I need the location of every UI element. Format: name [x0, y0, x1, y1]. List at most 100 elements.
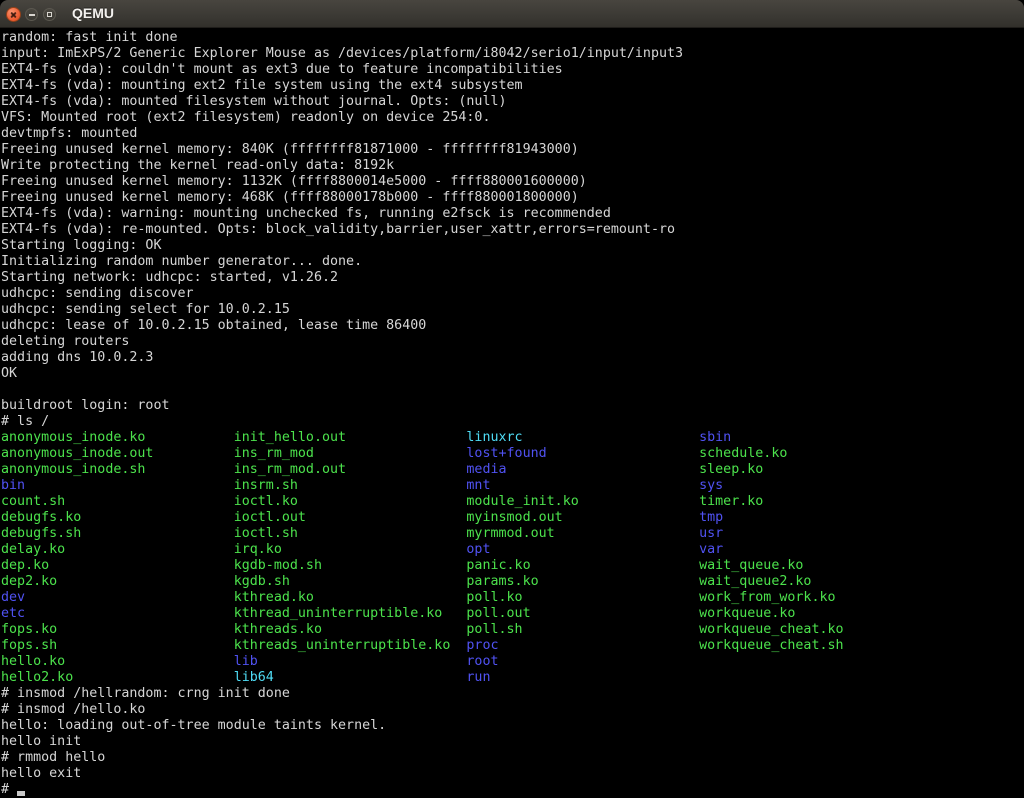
ls-entry: timer.ko — [699, 494, 763, 509]
ls-entry: ioctl.ko — [234, 494, 467, 509]
terminal-line: dev kthread.ko poll.ko work_from_work.ko — [1, 590, 1024, 606]
ls-entry: wait_queue2.ko — [699, 574, 811, 589]
terminal-line: Starting logging: OK — [1, 238, 1024, 254]
ls-entry: sleep.ko — [699, 462, 763, 477]
ls-entry: work_from_work.ko — [699, 590, 835, 605]
ls-entry: kthreads.ko — [234, 622, 467, 637]
ls-entry: bin — [1, 478, 234, 493]
ls-entry: irq.ko — [234, 542, 467, 557]
ls-entry: sys — [699, 478, 723, 493]
ls-entry: count.sh — [1, 494, 234, 509]
ls-entry: lib — [234, 654, 467, 669]
maximize-icon — [47, 12, 53, 18]
terminal-line: hello: loading out-of-tree module taints… — [1, 718, 1024, 734]
ls-entry: delay.ko — [1, 542, 234, 557]
ls-entry: usr — [699, 526, 723, 541]
terminal-line: dep.ko kgdb-mod.sh panic.ko wait_queue.k… — [1, 558, 1024, 574]
terminal-line: udhcpc: lease of 10.0.2.15 obtained, lea… — [1, 318, 1024, 334]
ls-entry: root — [466, 654, 498, 669]
ls-entry: myrmmod.out — [466, 526, 699, 541]
ls-entry: anonymous_inode.sh — [1, 462, 234, 477]
ls-entry: insrm.sh — [234, 478, 467, 493]
ls-entry: hello.ko — [1, 654, 234, 669]
ls-entry: run — [466, 670, 490, 685]
ls-entry: kthreads_uninterruptible.ko — [234, 638, 467, 653]
terminal-line: anonymous_inode.ko init_hello.out linuxr… — [1, 430, 1024, 446]
titlebar[interactable]: QEMU — [0, 0, 1024, 28]
terminal-line: fops.ko kthreads.ko poll.sh workqueue_ch… — [1, 622, 1024, 638]
terminal-line: EXT4-fs (vda): warning: mounting uncheck… — [1, 206, 1024, 222]
ls-entry: anonymous_inode.ko — [1, 430, 234, 445]
ls-entry: ioctl.out — [234, 510, 467, 525]
ls-entry: kthread_uninterruptible.ko — [234, 606, 467, 621]
ls-entry: proc — [466, 638, 699, 653]
ls-entry: myinsmod.out — [466, 510, 699, 525]
terminal-line: deleting routers — [1, 334, 1024, 350]
ls-entry: etc — [1, 606, 234, 621]
ls-entry: debugfs.ko — [1, 510, 234, 525]
ls-entry: debugfs.sh — [1, 526, 234, 541]
window-title: QEMU — [72, 0, 114, 28]
terminal-line: udhcpc: sending discover — [1, 286, 1024, 302]
ls-entry: dev — [1, 590, 234, 605]
terminal-line: Freeing unused kernel memory: 1132K (fff… — [1, 174, 1024, 190]
terminal-line: random: fast init done — [1, 30, 1024, 46]
terminal-line: etc kthread_uninterruptible.ko poll.out … — [1, 606, 1024, 622]
minimize-button[interactable] — [25, 8, 38, 21]
ls-entry: fops.sh — [1, 638, 234, 653]
terminal-line: hello2.ko lib64 run — [1, 670, 1024, 686]
ls-entry: workqueue_cheat.sh — [699, 638, 843, 653]
ls-entry: panic.ko — [466, 558, 699, 573]
terminal-line: OK — [1, 366, 1024, 382]
ls-entry: poll.out — [466, 606, 699, 621]
terminal-line: fops.sh kthreads_uninterruptible.ko proc… — [1, 638, 1024, 654]
ls-entry: workqueue_cheat.ko — [699, 622, 843, 637]
terminal-line: devtmpfs: mounted — [1, 126, 1024, 142]
terminal-line: debugfs.ko ioctl.out myinsmod.out tmp — [1, 510, 1024, 526]
ls-entry: anonymous_inode.out — [1, 446, 234, 461]
terminal-line: EXT4-fs (vda): couldn't mount as ext3 du… — [1, 62, 1024, 78]
terminal-line: debugfs.sh ioctl.sh myrmmod.out usr — [1, 526, 1024, 542]
ls-entry: schedule.ko — [699, 446, 787, 461]
close-button[interactable] — [6, 7, 21, 22]
ls-entry: init_hello.out — [234, 430, 467, 445]
terminal-line: Freeing unused kernel memory: 840K (ffff… — [1, 142, 1024, 158]
ls-entry: ins_rm_mod.out — [234, 462, 467, 477]
terminal-line: Initializing random number generator... … — [1, 254, 1024, 270]
ls-entry: dep2.ko — [1, 574, 234, 589]
terminal-line: # rmmod hello — [1, 750, 1024, 766]
ls-entry: linuxrc — [466, 430, 699, 445]
ls-entry: opt — [466, 542, 699, 557]
ls-entry: poll.sh — [466, 622, 699, 637]
terminal-line: udhcpc: sending select for 10.0.2.15 — [1, 302, 1024, 318]
ls-entry: module_init.ko — [466, 494, 699, 509]
terminal-line: count.sh ioctl.ko module_init.ko timer.k… — [1, 494, 1024, 510]
terminal-output[interactable]: random: fast init doneinput: ImExPS/2 Ge… — [0, 28, 1024, 796]
ls-entry: dep.ko — [1, 558, 234, 573]
terminal-line: buildroot login: root — [1, 398, 1024, 414]
ls-entry: kgdb-mod.sh — [234, 558, 467, 573]
ls-entry: ioctl.sh — [234, 526, 467, 541]
ls-entry: lost+found — [466, 446, 699, 461]
ls-entry: tmp — [699, 510, 723, 525]
ls-entry: sbin — [699, 430, 731, 445]
ls-entry: lib64 — [234, 670, 467, 685]
terminal-line: Write protecting the kernel read-only da… — [1, 158, 1024, 174]
ls-entry: media — [466, 462, 699, 477]
terminal-line: VFS: Mounted root (ext2 filesystem) read… — [1, 110, 1024, 126]
terminal-line: adding dns 10.0.2.3 — [1, 350, 1024, 366]
ls-entry: kthread.ko — [234, 590, 467, 605]
terminal-line: # insmod /hellrandom: crng init done — [1, 686, 1024, 702]
terminal-line: EXT4-fs (vda): mounting ext2 file system… — [1, 78, 1024, 94]
terminal-line: anonymous_inode.out ins_rm_mod lost+foun… — [1, 446, 1024, 462]
qemu-window: QEMU random: fast init doneinput: ImExPS… — [0, 0, 1024, 796]
ls-entry: wait_queue.ko — [699, 558, 803, 573]
terminal-line: bin insrm.sh mnt sys — [1, 478, 1024, 494]
terminal-line: Starting network: udhcpc: started, v1.26… — [1, 270, 1024, 286]
ls-entry: workqueue.ko — [699, 606, 795, 621]
terminal-line: hello.ko lib root — [1, 654, 1024, 670]
ls-entry: ins_rm_mod — [234, 446, 467, 461]
ls-entry: hello2.ko — [1, 670, 234, 685]
maximize-button[interactable] — [43, 8, 56, 21]
terminal-line: # ls / — [1, 414, 1024, 430]
